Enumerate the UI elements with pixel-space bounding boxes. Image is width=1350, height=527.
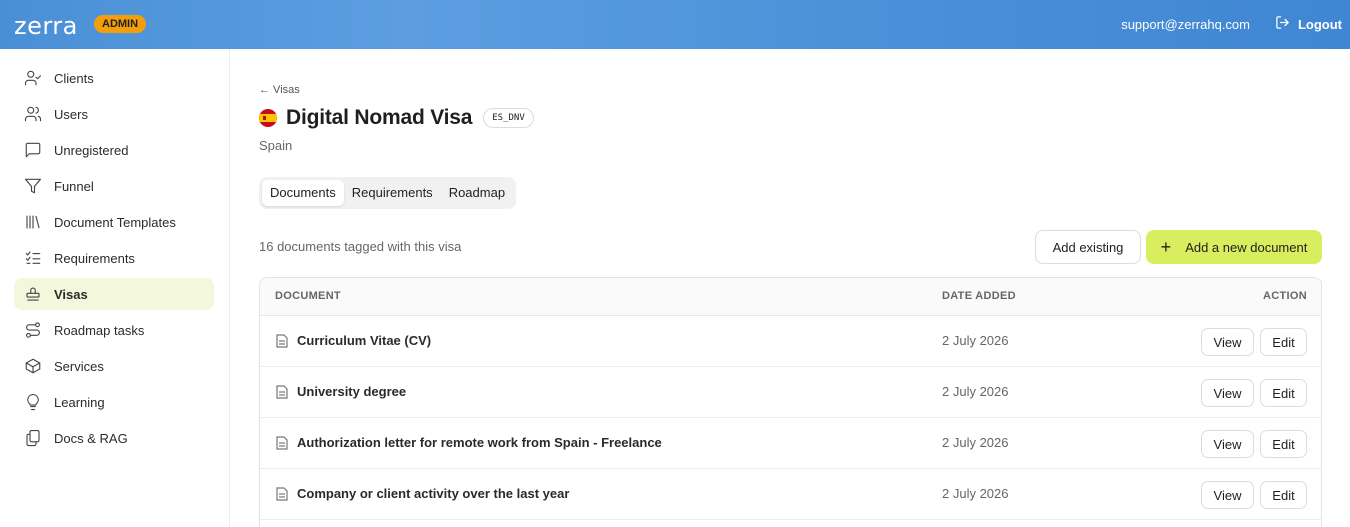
date-added: 2 July 2026 (942, 333, 1009, 348)
library-icon (24, 213, 42, 231)
document-count: 16 documents tagged with this visa (259, 239, 462, 254)
table-row: Authorization letter for remote work fro… (260, 418, 1321, 469)
sidebar-item-clients[interactable]: Clients (14, 62, 214, 94)
main-content: ← Visas Digital Nomad Visa ES_DNV Spain … (230, 49, 1350, 527)
add-existing-button[interactable]: Add existing (1035, 230, 1141, 264)
sidebar-item-learning[interactable]: Learning (14, 386, 214, 418)
date-added: 2 July 2026 (942, 435, 1009, 450)
file-text-icon (276, 436, 288, 450)
users-icon (24, 105, 42, 123)
files-icon (24, 429, 42, 447)
sidebar-item-users[interactable]: Users (14, 98, 214, 130)
sidebar-item-label: Document Templates (54, 214, 176, 230)
add-new-document-button[interactable]: + Add a new document (1146, 230, 1322, 264)
date-added: 2 July 2026 (942, 486, 1009, 501)
documents-table: DOCUMENT DATE ADDED ACTION Curriculum Vi… (259, 277, 1322, 527)
title-row: Digital Nomad Visa ES_DNV (259, 106, 534, 130)
tab-documents[interactable]: Documents (262, 180, 344, 206)
view-button[interactable]: View (1201, 430, 1254, 458)
sidebar: Clients Users Unregistered Funnel Docume… (0, 49, 230, 527)
stamp-icon (24, 285, 42, 303)
sidebar-item-label: Requirements (54, 250, 135, 266)
back-link[interactable]: ← Visas (259, 84, 300, 96)
logout-label: Logout (1297, 16, 1342, 32)
route-icon (24, 321, 42, 339)
file-text-icon (276, 487, 288, 501)
edit-button[interactable]: Edit (1260, 328, 1307, 356)
sidebar-item-label: Users (54, 106, 88, 122)
column-header-document: DOCUMENT (275, 290, 341, 302)
view-button[interactable]: View (1201, 328, 1254, 356)
sidebar-item-document-templates[interactable]: Document Templates (14, 206, 214, 238)
package-icon (24, 357, 42, 375)
sidebar-item-services[interactable]: Services (14, 350, 214, 382)
filter-icon (24, 177, 42, 195)
view-button[interactable]: View (1201, 481, 1254, 509)
sidebar-item-label: Visas (54, 286, 88, 302)
document-name: University degree (297, 384, 407, 399)
account-email: support@zerrahq.com (1121, 17, 1250, 32)
sidebar-item-label: Clients (54, 70, 94, 86)
sidebar-item-label: Docs & RAG (54, 430, 128, 446)
sidebar-item-funnel[interactable]: Funnel (14, 170, 214, 202)
date-added: 2 July 2026 (942, 384, 1009, 399)
table-row: University degree 2 July 2026 View Edit (260, 367, 1321, 418)
top-bar: zerra ADMIN support@zerrahq.com Logout (0, 0, 1350, 49)
plus-icon: + (1160, 237, 1172, 257)
sidebar-item-label: Funnel (54, 178, 94, 194)
column-header-date-added: DATE ADDED (942, 290, 1016, 302)
page-title: Digital Nomad Visa (286, 106, 473, 129)
table-row: Company or client activity over the last… (260, 469, 1321, 520)
file-text-icon (276, 385, 288, 399)
tab-bar: Documents Requirements Roadmap (259, 177, 517, 209)
sidebar-item-label: Roadmap tasks (54, 322, 145, 338)
file-text-icon (276, 334, 288, 348)
sidebar-item-label: Unregistered (54, 142, 129, 158)
spain-flag-icon (259, 109, 277, 127)
sidebar-item-docs-rag[interactable]: Docs & RAG (14, 422, 214, 454)
sidebar-item-label: Services (54, 358, 104, 374)
edit-button[interactable]: Edit (1260, 379, 1307, 407)
user-check-icon (24, 69, 42, 87)
message-square-icon (24, 141, 42, 159)
country-label: Spain (259, 138, 293, 153)
visa-code-badge: ES_DNV (483, 108, 534, 128)
sidebar-item-label: Learning (54, 394, 105, 410)
edit-button[interactable]: Edit (1260, 430, 1307, 458)
add-new-document-label: Add a new document (1185, 239, 1308, 255)
logout-icon (1275, 15, 1290, 33)
document-name: Authorization letter for remote work fro… (297, 435, 662, 450)
tab-requirements[interactable]: Requirements (344, 180, 441, 206)
column-header-action: ACTION (1263, 290, 1307, 302)
logout-button[interactable]: Logout (1275, 15, 1342, 33)
edit-button[interactable]: Edit (1260, 481, 1307, 509)
table-header: DOCUMENT DATE ADDED ACTION (260, 278, 1321, 316)
tab-roadmap[interactable]: Roadmap (441, 180, 513, 206)
admin-badge: ADMIN (94, 15, 147, 33)
logo[interactable]: zerra (14, 12, 78, 40)
document-name: Curriculum Vitae (CV) (297, 333, 432, 348)
sidebar-item-visas[interactable]: Visas (14, 278, 214, 310)
document-name: Company or client activity over the last… (297, 486, 570, 501)
sidebar-item-unregistered[interactable]: Unregistered (14, 134, 214, 166)
sidebar-item-requirements[interactable]: Requirements (14, 242, 214, 274)
list-checks-icon (24, 249, 42, 267)
table-row: Curriculum Vitae (CV) 2 July 2026 View E… (260, 316, 1321, 367)
lightbulb-icon (24, 393, 42, 411)
view-button[interactable]: View (1201, 379, 1254, 407)
sidebar-item-roadmap-tasks[interactable]: Roadmap tasks (14, 314, 214, 346)
